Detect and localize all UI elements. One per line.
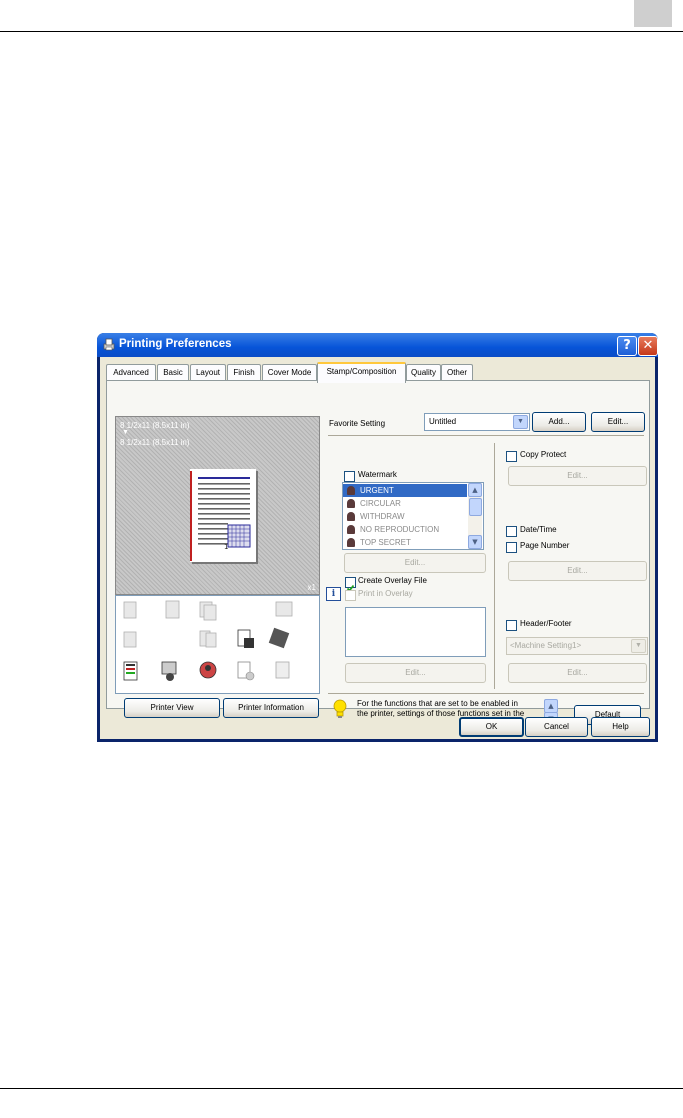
- print-preview: 8 1/2x11 (8.5x11 in) ▼ 8 1/2x11 (8.5x11 …: [115, 416, 320, 595]
- favorite-separator: [328, 435, 644, 436]
- tab-cover-mode[interactable]: Cover Mode: [262, 364, 317, 381]
- tab-finish[interactable]: Finish: [227, 364, 261, 381]
- create-overlay-checkbox[interactable]: [345, 577, 356, 592]
- favorite-setting-value: Untitled: [429, 417, 457, 426]
- stamp-item-icon: [347, 499, 355, 508]
- stamp-item-icon: [347, 538, 355, 547]
- multipage-icon: [123, 601, 137, 619]
- overlay-icon: [237, 629, 254, 648]
- help-title-button[interactable]: ?: [617, 336, 637, 356]
- printer-app-icon: [103, 338, 115, 351]
- watermark-edit-button[interactable]: Edit...: [344, 553, 486, 573]
- list-item[interactable]: URGENT: [343, 484, 467, 497]
- function-icon-panel: [115, 595, 320, 694]
- stamp-item-icon: [347, 512, 355, 521]
- header-footer-select[interactable]: <Machine Setting1> ▼: [506, 637, 648, 655]
- print-in-overlay-label: Print in Overlay: [358, 589, 413, 598]
- tab-advanced[interactable]: Advanced: [106, 364, 156, 381]
- cancel-button[interactable]: Cancel: [525, 717, 588, 737]
- page-footer-rule: [0, 1088, 683, 1089]
- stamp-item-icon: [347, 486, 355, 495]
- lightbulb-icon: [333, 699, 347, 718]
- page-number-icon: [275, 661, 290, 679]
- stamp-item-icon: [347, 525, 355, 534]
- page-number-box: [634, 0, 672, 27]
- tab-layout[interactable]: Layout: [190, 364, 226, 381]
- tab-other[interactable]: Other: [441, 364, 473, 381]
- header-footer-edit-button[interactable]: Edit...: [508, 663, 647, 683]
- tab-page: 8 1/2x11 (8.5x11 in) ▼ 8 1/2x11 (8.5x11 …: [106, 380, 650, 726]
- stamp-icon: [199, 661, 217, 679]
- column-separator: [494, 443, 495, 689]
- poster-icon: [165, 600, 180, 619]
- scroll-thumb[interactable]: [469, 498, 482, 516]
- copy-protect-icon: [161, 661, 177, 681]
- info-separator: [328, 693, 644, 694]
- window-title: Printing Preferences: [119, 338, 232, 350]
- header-footer-checkbox[interactable]: [506, 620, 517, 631]
- staple-icon: [123, 631, 137, 648]
- chevron-up-icon[interactable]: ▲: [544, 699, 558, 713]
- function-icons: [123, 600, 293, 681]
- header-footer-icon: [237, 661, 255, 681]
- page-header-rule: [0, 31, 683, 32]
- date-time-label: Date/Time: [520, 525, 557, 534]
- ok-button[interactable]: OK: [459, 717, 524, 737]
- help-button[interactable]: Help: [591, 717, 650, 737]
- overlay-edit-button[interactable]: Edit...: [345, 663, 486, 683]
- svg-text:1: 1: [224, 543, 228, 551]
- tab-quality[interactable]: Quality: [406, 364, 441, 381]
- favorite-edit-button[interactable]: Edit...: [591, 412, 645, 432]
- page-number-label: Page Number: [520, 541, 570, 550]
- printer-view-button[interactable]: Printer View: [124, 698, 220, 718]
- preview-arrow-icon: ▼: [122, 429, 129, 436]
- chevron-down-icon[interactable]: ▼: [513, 415, 528, 429]
- watermark-scrollbar[interactable]: ▲ ▼: [468, 483, 482, 549]
- preview-output-size: 8 1/2x11 (8.5x11 in): [120, 438, 190, 447]
- dialog-client: Advanced Basic Layout Finish Cover Mode …: [100, 357, 655, 739]
- rotate-icon: [275, 601, 293, 617]
- scroll-up-icon[interactable]: ▲: [468, 483, 482, 497]
- list-item[interactable]: NO REPRODUCTION: [343, 523, 467, 536]
- close-button[interactable]: ✕: [638, 336, 658, 356]
- printing-preferences-dialog: Printing Preferences ? ✕ Advanced Basic …: [97, 333, 658, 742]
- header-footer-value: <Machine Setting1>: [510, 641, 582, 650]
- copy-protect-label: Copy Protect: [520, 450, 567, 459]
- favorite-add-button[interactable]: Add...: [532, 412, 586, 432]
- tab-stamp-composition[interactable]: Stamp/Composition: [317, 362, 406, 383]
- preview-page: 1: [190, 469, 256, 562]
- scroll-down-icon[interactable]: ▼: [468, 535, 482, 549]
- cover-icon: [268, 627, 290, 649]
- info-icon: i: [326, 587, 341, 601]
- list-item[interactable]: TOP SECRET: [343, 536, 467, 549]
- favorite-setting-select[interactable]: Untitled ▼: [424, 413, 530, 431]
- page-number-edit-button[interactable]: Edit...: [508, 561, 647, 581]
- info-text-line1: For the functions that are set to be ena…: [357, 699, 518, 708]
- favorite-setting-label: Favorite Setting: [329, 419, 386, 428]
- create-overlay-label: Create Overlay File: [358, 576, 427, 585]
- watermark-list[interactable]: URGENT CIRCULAR WITHDRAW NO REPRODUCTION…: [342, 482, 484, 550]
- preview-page-content: 1: [190, 471, 251, 561]
- list-item[interactable]: WITHDRAW: [343, 510, 467, 523]
- chevron-down-icon[interactable]: ▼: [631, 639, 646, 653]
- date-time-checkbox[interactable]: [506, 526, 517, 537]
- tab-basic[interactable]: Basic: [157, 364, 189, 381]
- preview-copies: x1: [307, 583, 316, 592]
- list-item[interactable]: CIRCULAR: [343, 497, 467, 510]
- page-number-checkbox[interactable]: [506, 542, 517, 553]
- preview-paper-size: 8 1/2x11 (8.5x11 in): [120, 421, 190, 430]
- watermark-label: Watermark: [358, 470, 397, 479]
- watermark-icon: [123, 661, 138, 681]
- overlay-file-list[interactable]: [345, 607, 486, 657]
- printer-information-button[interactable]: Printer Information: [223, 698, 319, 718]
- copy-protect-checkbox[interactable]: [506, 451, 517, 462]
- title-bar[interactable]: Printing Preferences ? ✕: [97, 333, 658, 357]
- print-in-overlay-checkbox[interactable]: [345, 590, 356, 601]
- copy-protect-edit-button[interactable]: Edit...: [508, 466, 647, 486]
- header-footer-label: Header/Footer: [520, 619, 572, 628]
- watermark-checkbox[interactable]: [344, 471, 355, 482]
